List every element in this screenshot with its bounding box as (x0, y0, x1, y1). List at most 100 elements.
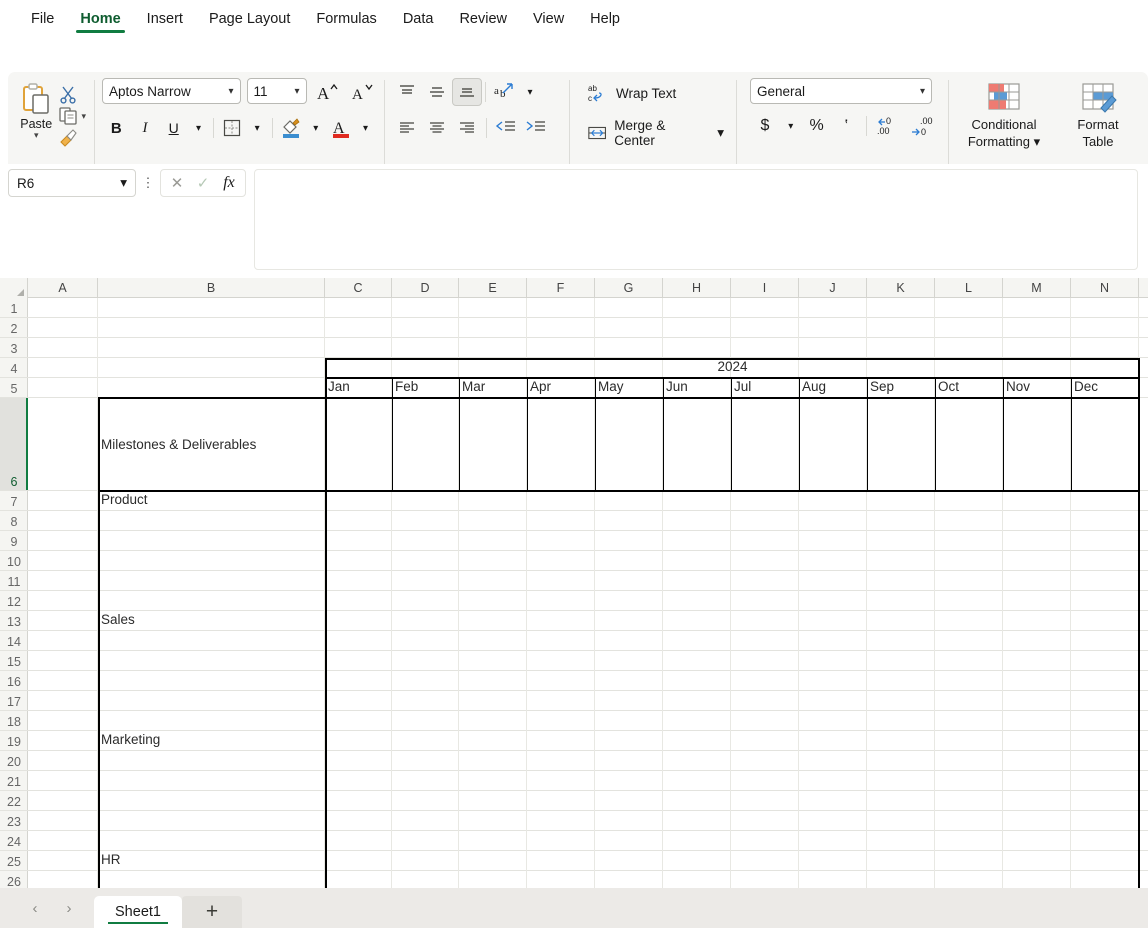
column-header-I[interactable]: I (731, 278, 799, 298)
chevron-down-icon[interactable]: ▾ (1034, 134, 1041, 149)
copy-dropdown-chevron-icon[interactable]: ▾ (81, 112, 86, 121)
paste-button[interactable]: Paste ▾ (16, 78, 56, 148)
orientation-button[interactable]: a b (489, 78, 519, 106)
select-all-corner[interactable] (0, 278, 28, 298)
add-sheet-button[interactable]: + (182, 896, 242, 928)
cell-F5-month[interactable]: Apr (527, 378, 595, 398)
ribbon-tab-review[interactable]: Review (446, 5, 520, 32)
cell-B6-section-title[interactable]: Milestones & Deliverables (98, 398, 325, 491)
row-header-21[interactable]: 21 (0, 771, 28, 791)
cell-I5-month[interactable]: Jul (731, 378, 799, 398)
merge-center-button[interactable]: Merge & Center ▾ (583, 118, 728, 148)
sheet-tab-sheet1[interactable]: Sheet1 (94, 896, 182, 928)
align-bottom-button[interactable] (452, 78, 482, 106)
cell-B25-category[interactable]: HR (98, 851, 325, 871)
increase-decimal-button[interactable]: 0 .00 (872, 112, 906, 140)
cell-B7-category[interactable]: Product (98, 491, 325, 511)
row-header-7[interactable]: 7 (0, 491, 28, 511)
row-header-4[interactable]: 4 (0, 358, 28, 378)
row-header-8[interactable]: 8 (0, 511, 28, 531)
cell-B13-category[interactable]: Sales (98, 611, 325, 631)
cell-B19-category[interactable]: Marketing (98, 731, 325, 751)
ribbon-tab-view[interactable]: View (520, 5, 577, 32)
font-color-dropdown[interactable]: ▾ (355, 114, 376, 142)
row-header-13[interactable]: 13 (0, 611, 28, 631)
row-header-11[interactable]: 11 (0, 571, 28, 591)
row-header-19[interactable]: 19 (0, 731, 28, 751)
orientation-dropdown[interactable]: ▾ (519, 78, 541, 106)
cell-G5-month[interactable]: May (595, 378, 663, 398)
row-header-26[interactable]: 26 (0, 871, 28, 888)
row-header-9[interactable]: 9 (0, 531, 28, 551)
cell-H5-month[interactable]: Jun (663, 378, 731, 398)
cancel-button[interactable]: ✕ (165, 171, 189, 195)
fill-color-button[interactable] (277, 114, 306, 142)
cell-D5-month[interactable]: Feb (392, 378, 459, 398)
underline-button[interactable]: U (159, 114, 188, 142)
column-header-D[interactable]: D (392, 278, 459, 298)
row-header-14[interactable]: 14 (0, 631, 28, 651)
column-header-A[interactable]: A (28, 278, 98, 298)
align-top-button[interactable] (392, 78, 422, 106)
cell-C5-month[interactable]: Jan (325, 378, 392, 398)
increase-font-size-button[interactable]: A (313, 78, 342, 106)
cell-L5-month[interactable]: Oct (935, 378, 1003, 398)
row-header-23[interactable]: 23 (0, 811, 28, 831)
row-header-3[interactable]: 3 (0, 338, 28, 358)
column-header-B[interactable]: B (98, 278, 325, 298)
accounting-format-button[interactable]: $ (750, 112, 780, 140)
format-as-table-button[interactable]: Format Table (1056, 78, 1140, 150)
cell-M5-month[interactable]: Nov (1003, 378, 1071, 398)
increase-indent-button[interactable] (521, 114, 551, 142)
wrap-text-button[interactable]: ab c Wrap Text (583, 78, 728, 108)
number-format-combo[interactable]: General ▾ (750, 78, 932, 104)
column-header-N[interactable]: N (1071, 278, 1139, 298)
row-header-12[interactable]: 12 (0, 591, 28, 611)
comma-style-button[interactable]: ‛ (832, 112, 862, 140)
format-painter-button[interactable] (58, 128, 86, 148)
row-header-6[interactable]: 6 (0, 398, 28, 491)
align-middle-button[interactable] (422, 78, 452, 106)
row-header-18[interactable]: 18 (0, 711, 28, 731)
row-header-24[interactable]: 24 (0, 831, 28, 851)
cell-C4-year[interactable]: 2024 (325, 358, 1140, 378)
column-header-L[interactable]: L (935, 278, 1003, 298)
cut-button[interactable] (58, 84, 86, 104)
italic-button[interactable]: I (131, 114, 160, 142)
row-header-15[interactable]: 15 (0, 651, 28, 671)
ribbon-tab-insert[interactable]: Insert (134, 5, 196, 32)
cell-N5-month[interactable]: Dec (1071, 378, 1139, 398)
row-header-10[interactable]: 10 (0, 551, 28, 571)
previous-sheet-button[interactable]: ‹ (18, 893, 52, 923)
row-header-17[interactable]: 17 (0, 691, 28, 711)
align-right-button[interactable] (452, 114, 482, 142)
column-header-M[interactable]: M (1003, 278, 1071, 298)
cell-E5-month[interactable]: Mar (459, 378, 527, 398)
ribbon-tab-page-layout[interactable]: Page Layout (196, 5, 303, 32)
ribbon-tab-formulas[interactable]: Formulas (303, 5, 389, 32)
ribbon-tab-help[interactable]: Help (577, 5, 633, 32)
column-header-G[interactable]: G (595, 278, 663, 298)
ribbon-tab-data[interactable]: Data (390, 5, 447, 32)
percent-style-button[interactable]: % (802, 112, 832, 140)
font-name-combo[interactable]: Aptos Narrow ▾ (102, 78, 241, 104)
row-header-22[interactable]: 22 (0, 791, 28, 811)
column-header-C[interactable]: C (325, 278, 392, 298)
underline-dropdown[interactable]: ▾ (188, 114, 209, 142)
conditional-formatting-button[interactable]: Conditional Formatting ▾ (962, 78, 1046, 150)
formula-input[interactable] (254, 169, 1138, 270)
font-color-button[interactable]: A (326, 114, 355, 142)
align-left-button[interactable] (392, 114, 422, 142)
row-header-20[interactable]: 20 (0, 751, 28, 771)
accounting-dropdown[interactable]: ▾ (780, 112, 802, 140)
column-header-J[interactable]: J (799, 278, 867, 298)
borders-button[interactable] (218, 114, 247, 142)
decrease-indent-button[interactable] (491, 114, 521, 142)
row-header-2[interactable]: 2 (0, 318, 28, 338)
column-header-K[interactable]: K (867, 278, 935, 298)
borders-dropdown[interactable]: ▾ (247, 114, 268, 142)
merge-center-dropdown-chevron-icon[interactable]: ▾ (717, 125, 724, 141)
formula-bar-options-button[interactable]: ⋮ (140, 169, 156, 197)
align-center-button[interactable] (422, 114, 452, 142)
row-header-16[interactable]: 16 (0, 671, 28, 691)
